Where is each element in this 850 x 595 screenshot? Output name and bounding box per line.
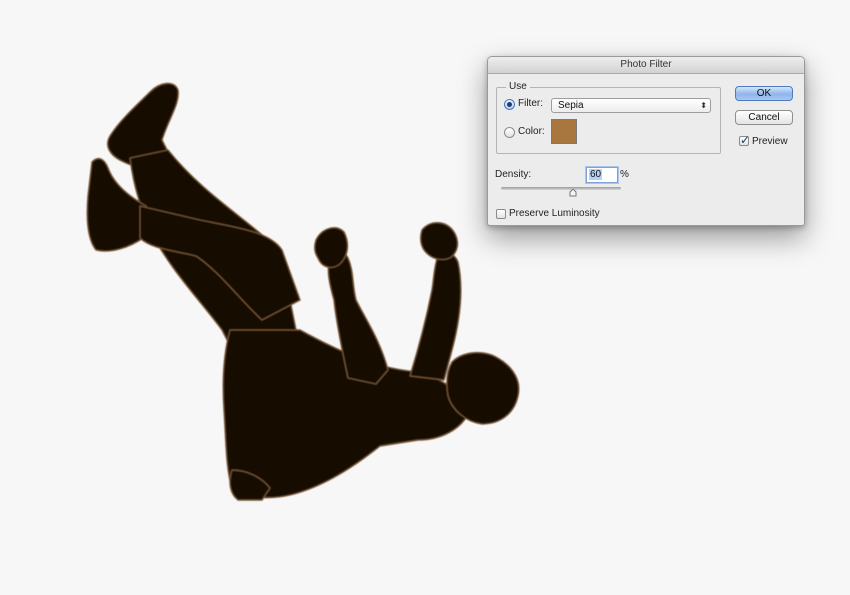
checkmark-icon: ✓ <box>740 133 751 147</box>
photo-filter-dialog: Photo Filter Use Filter: Sepia ⬍ Color: … <box>487 56 805 226</box>
density-label: Density: <box>495 169 532 180</box>
density-slider-thumb[interactable] <box>569 189 577 197</box>
density-unit: % <box>620 169 629 180</box>
density-input[interactable]: 60 <box>586 167 618 183</box>
ok-button[interactable]: OK <box>735 86 793 101</box>
color-swatch[interactable] <box>551 119 577 144</box>
color-radio-label: Color: <box>518 126 545 137</box>
cancel-button[interactable]: Cancel <box>735 110 793 125</box>
left-hand <box>313 227 349 269</box>
filter-radio[interactable] <box>504 99 515 110</box>
preview-label: Preview <box>752 136 788 147</box>
density-value: 60 <box>589 169 603 180</box>
select-arrows-icon: ⬍ <box>700 101 707 110</box>
dialog-title[interactable]: Photo Filter <box>488 57 804 74</box>
preserve-luminosity-checkbox[interactable] <box>496 209 506 219</box>
use-group-legend: Use <box>506 81 530 92</box>
color-radio[interactable] <box>504 127 515 138</box>
preserve-luminosity-label: Preserve Luminosity <box>509 208 600 219</box>
density-slider-track[interactable] <box>501 187 621 190</box>
filter-radio-label: Filter: <box>518 98 543 109</box>
preview-checkbox[interactable]: ✓ <box>739 133 751 147</box>
filter-select[interactable]: Sepia ⬍ <box>551 98 711 113</box>
radio-dot <box>507 102 512 107</box>
right-hand <box>419 222 459 261</box>
filter-select-value: Sepia <box>558 100 584 111</box>
